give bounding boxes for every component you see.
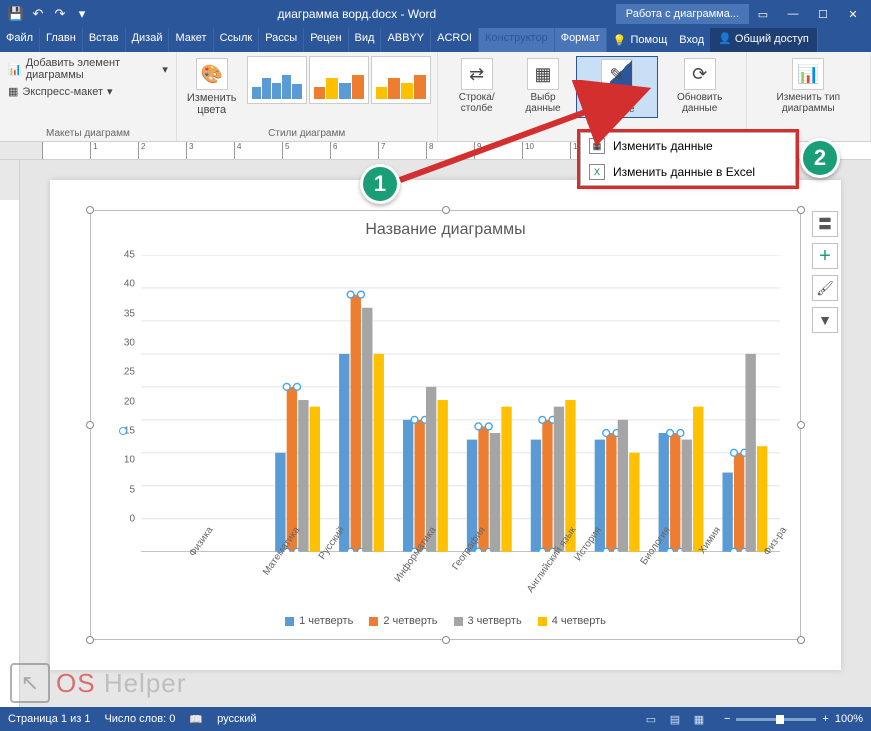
group-styles-label: Стили диаграмм <box>183 128 431 139</box>
qat-more-icon[interactable]: ▾ <box>74 6 90 22</box>
tab-insert[interactable]: Встав <box>83 28 126 52</box>
change-chart-type-button[interactable]: 📊 Изменить тип диаграммы <box>753 56 864 116</box>
status-words[interactable]: Число слов: 0 <box>104 713 175 725</box>
watermark: ↖ OS Helper <box>10 663 186 703</box>
zoom-out-icon[interactable]: − <box>724 713 730 725</box>
annotation-badge-2: 2 <box>800 138 840 178</box>
chart-elements-button[interactable]: 〓 <box>812 211 838 237</box>
dropdown-edit-data[interactable]: ▦ Изменить данные <box>581 133 795 159</box>
chart-legend[interactable]: 1 четверть2 четверть3 четверть4 четверть <box>91 615 800 627</box>
excel-icon: X <box>589 164 605 180</box>
select-data-button[interactable]: ▦ Выбр данные <box>512 56 574 118</box>
redo-icon[interactable]: ↷ <box>52 6 68 22</box>
tab-mailings[interactable]: Рассы <box>259 28 304 52</box>
switch-row-col-button[interactable]: ⇄ Строка/столбе <box>444 56 510 118</box>
resize-handle[interactable] <box>86 206 94 214</box>
tab-review[interactable]: Рецен <box>304 28 348 52</box>
resize-handle[interactable] <box>797 206 805 214</box>
add-chart-element-button[interactable]: 📊 Добавить элемент диаграммы ▾ <box>6 56 170 82</box>
chart-type-icon: 📊 <box>792 58 824 90</box>
switch-icon: ⇄ <box>461 58 493 90</box>
y-axis-labels: 051015202530354045 <box>109 255 139 519</box>
ribbon-options-icon[interactable]: ▭ <box>749 4 777 24</box>
resize-handle[interactable] <box>86 636 94 644</box>
zoom-control[interactable]: − + 100% <box>724 713 863 725</box>
close-icon[interactable]: ✕ <box>839 4 867 24</box>
tab-view[interactable]: Вид <box>349 28 382 52</box>
resize-handle[interactable] <box>797 421 805 429</box>
zoom-level[interactable]: 100% <box>835 713 863 725</box>
dropdown-edit-excel[interactable]: X Изменить данные в Excel <box>581 159 795 185</box>
chart-styles-gallery[interactable] <box>247 56 431 104</box>
minimize-icon[interactable]: — <box>779 4 807 24</box>
edit-data-button[interactable]: ✎ Изменить данные <box>576 56 658 118</box>
titlebar: 💾 ↶ ↷ ▾ диаграмма ворд.docx - Word Работ… <box>0 0 871 28</box>
group-layouts-label: Макеты диаграмм <box>6 128 170 139</box>
tab-format[interactable]: Формат <box>555 28 607 52</box>
view-read-icon[interactable]: ▭ <box>640 710 662 728</box>
chart-object[interactable]: 〓 + 🖌 ▼ Название диаграммы 0510152025303… <box>90 210 801 640</box>
mini-table-icon: ▦ <box>589 138 605 154</box>
ribbon: 📊 Добавить элемент диаграммы ▾ ▦ Экспрес… <box>0 52 871 142</box>
x-axis-labels: ФизикаМатематикаРусскийИнформатикаГеогра… <box>141 521 780 591</box>
palette-icon: 🎨 <box>196 58 228 90</box>
ribbon-tabs: Файл Главн Встав Дизай Макет Ссылк Рассы… <box>0 28 871 52</box>
tab-constructor[interactable]: Конструктор <box>479 28 555 52</box>
share-button[interactable]: 👤 Общий доступ <box>710 28 818 52</box>
maximize-icon[interactable]: ☐ <box>809 4 837 24</box>
resize-handle[interactable] <box>442 206 450 214</box>
refresh-data-button[interactable]: ⟳ Обновить данные <box>660 56 740 118</box>
tab-layout[interactable]: Макет <box>169 28 213 52</box>
tell-me[interactable]: 💡 Помощ <box>607 28 673 52</box>
tab-references[interactable]: Ссылк <box>214 28 260 52</box>
quick-layout-button[interactable]: ▦ Экспресс-макет ▾ <box>6 84 170 99</box>
resize-handle[interactable] <box>797 636 805 644</box>
statusbar: Страница 1 из 1 Число слов: 0 📖 русский … <box>0 707 871 731</box>
save-icon[interactable]: 💾 <box>8 6 24 22</box>
chart-styles-button[interactable]: + <box>812 243 838 269</box>
status-page[interactable]: Страница 1 из 1 <box>8 713 90 725</box>
page: 〓 + 🖌 ▼ Название диаграммы 0510152025303… <box>50 180 841 670</box>
refresh-icon: ⟳ <box>684 58 716 90</box>
edit-data-dropdown: ▦ Изменить данные X Изменить данные в Ex… <box>580 132 796 186</box>
tab-file[interactable]: Файл <box>0 28 40 52</box>
status-language[interactable]: русский <box>217 713 256 725</box>
undo-icon[interactable]: ↶ <box>30 6 46 22</box>
edit-data-icon: ✎ <box>601 59 633 91</box>
chart-plot[interactable] <box>141 255 780 552</box>
chart-title[interactable]: Название диаграммы <box>91 211 800 245</box>
signin[interactable]: Вход <box>673 28 710 52</box>
resize-handle[interactable] <box>86 421 94 429</box>
window-title: диаграмма ворд.docx - Word <box>98 7 616 21</box>
chart-filter-funnel[interactable]: ▼ <box>812 307 838 333</box>
view-print-icon[interactable]: ▤ <box>664 710 686 728</box>
cursor-icon: ↖ <box>10 663 50 703</box>
vertical-ruler[interactable] <box>0 160 20 708</box>
tab-home[interactable]: Главн <box>40 28 83 52</box>
tab-acrobat[interactable]: ACROI <box>431 28 479 52</box>
table-icon: ▦ <box>527 58 559 90</box>
view-web-icon[interactable]: ▦ <box>688 710 710 728</box>
change-colors-button[interactable]: 🎨 Изменить цвета <box>183 56 241 118</box>
resize-handle[interactable] <box>442 636 450 644</box>
tab-design[interactable]: Дизай <box>126 28 170 52</box>
annotation-badge-1: 1 <box>360 164 400 204</box>
chart-filters-button[interactable]: 🖌 <box>812 275 838 301</box>
page-area: 〓 + 🖌 ▼ Название диаграммы 0510152025303… <box>20 160 871 708</box>
tab-abbyy[interactable]: ABBYY <box>381 28 431 52</box>
context-tool-label: Работа с диаграмма... <box>616 4 749 24</box>
proofing-icon[interactable]: 📖 <box>189 713 203 726</box>
zoom-in-icon[interactable]: + <box>822 713 828 725</box>
